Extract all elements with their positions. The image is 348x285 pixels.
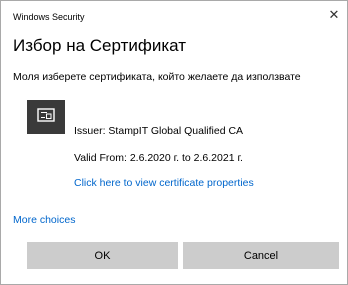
certificate-validity: Valid From: 2.6.2020 г. to 2.6.2021 г. bbox=[74, 152, 243, 164]
dialog-instruction: Моля изберете сертификата, който желаете… bbox=[13, 71, 301, 83]
cancel-button[interactable]: Cancel bbox=[183, 242, 339, 269]
ok-button[interactable]: OK bbox=[27, 242, 178, 269]
close-icon: ✕ bbox=[328, 7, 340, 22]
certificate-issuer: Issuer: StampIT Global Qualified CA bbox=[74, 125, 244, 137]
certificate-icon-graphic bbox=[37, 108, 55, 122]
dialog-heading: Избор на Сертификат bbox=[13, 36, 187, 55]
certificate-icon[interactable] bbox=[27, 100, 65, 134]
close-button[interactable]: ✕ bbox=[325, 7, 343, 23]
window-title: Windows Security bbox=[13, 12, 85, 22]
more-choices-link[interactable]: More choices bbox=[13, 214, 75, 226]
windows-security-dialog: Windows Security ✕ Избор на Сертификат М… bbox=[0, 0, 348, 285]
certificate-properties-link[interactable]: Click here to view certificate propertie… bbox=[74, 177, 254, 189]
